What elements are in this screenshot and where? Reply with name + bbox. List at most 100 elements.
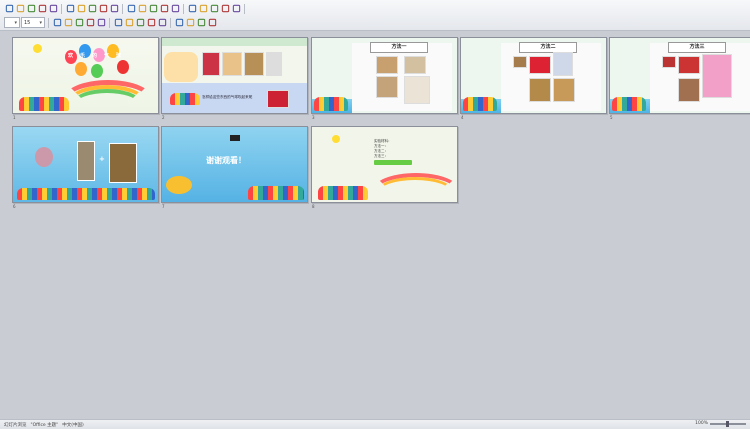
list-line: 方法三： [374, 154, 388, 158]
font-name-combo[interactable]: ▾ [4, 17, 20, 28]
new-slide-icon[interactable] [198, 4, 208, 14]
email-icon[interactable] [37, 4, 47, 14]
status-theme: "Office 主题" [30, 422, 59, 428]
status-bar: 幻灯片浏览 "Office 主题" 中文(中国) 100% [0, 419, 750, 429]
strikethrough-icon[interactable] [96, 18, 106, 28]
formatting-toolbar: ▾ 15 ▾ [4, 16, 217, 29]
plus-icon: + [99, 155, 105, 163]
toolbar-separator [109, 17, 110, 28]
header-band [162, 38, 307, 46]
indent-icon[interactable] [174, 18, 184, 28]
vinegar-photo [109, 143, 137, 183]
zoom-label: 100% [695, 421, 708, 426]
slide-number: 1 [13, 115, 16, 120]
material-photo [662, 56, 676, 68]
align-right-icon[interactable] [135, 18, 145, 28]
align-left-icon[interactable] [113, 18, 123, 28]
slide-thumbnail-5[interactable]: 方法三 [609, 37, 750, 114]
children-illustration [248, 186, 304, 200]
outdent-icon[interactable] [185, 18, 195, 28]
content-panel [650, 43, 750, 111]
new-icon[interactable] [4, 4, 14, 14]
chart-icon[interactable] [170, 4, 180, 14]
rainbow [72, 89, 142, 113]
slide-thumbnail-8[interactable]: 实验材料： 方法一： 方法二： 方法三： [311, 126, 458, 203]
bottle-photo [553, 78, 575, 102]
status-language[interactable]: 中文(中国) [62, 422, 84, 428]
material-photo [376, 56, 398, 74]
redo-icon[interactable] [148, 4, 158, 14]
balloon-orange [75, 62, 87, 76]
numbering-icon[interactable] [157, 18, 167, 28]
print-preview-icon[interactable] [65, 4, 75, 14]
help-icon[interactable] [231, 4, 241, 14]
table-icon[interactable] [159, 4, 169, 14]
bottle-photo [553, 52, 573, 76]
slide-thumbnail-7[interactable]: 谢谢观看！ [161, 126, 308, 203]
bold-icon[interactable] [52, 18, 62, 28]
zoom-control: 100% [691, 420, 746, 427]
fill-color-icon[interactable] [207, 18, 217, 28]
underline-icon[interactable] [74, 18, 84, 28]
save-icon[interactable] [26, 4, 36, 14]
toolbar-separator [244, 3, 245, 14]
children-illustration [314, 97, 348, 111]
children-illustration [170, 93, 200, 105]
bullets-icon[interactable] [146, 18, 156, 28]
material-photo [404, 56, 426, 74]
children-illustration [318, 186, 368, 200]
content-panel [501, 43, 601, 111]
graduation-cap-icon [230, 135, 240, 141]
balloon-red [117, 60, 129, 74]
slide-thumbnail-6[interactable]: + [12, 126, 159, 203]
italic-icon[interactable] [63, 18, 73, 28]
balloon-photo [702, 54, 732, 98]
zoom-slider[interactable] [710, 420, 746, 427]
hot-air-balloon [35, 147, 53, 167]
slide-number: 8 [312, 204, 315, 209]
picture-icon[interactable] [187, 4, 197, 14]
shadow-icon[interactable] [85, 18, 95, 28]
content-panel [352, 43, 452, 111]
font-color-icon[interactable] [196, 18, 206, 28]
bottle-photo [222, 52, 242, 76]
green-button [374, 160, 412, 165]
slide-number: 3 [312, 115, 315, 120]
open-icon[interactable] [15, 4, 25, 14]
vinegar-photo [244, 52, 264, 76]
bottle-photo [266, 52, 282, 76]
zoom-slider-thumb[interactable] [726, 420, 729, 427]
balloon-photo [267, 90, 289, 108]
layout-icon[interactable] [209, 4, 219, 14]
paste-icon[interactable] [109, 4, 119, 14]
children-illustration [612, 97, 646, 111]
font-size-combo[interactable]: 15 ▾ [21, 17, 45, 28]
toolbar-separator [48, 17, 49, 28]
font-size-value: 15 [24, 19, 31, 26]
undo-icon[interactable] [137, 4, 147, 14]
slide-number: 5 [610, 115, 613, 120]
slide-5-title: 方法三 [668, 42, 726, 53]
slide-number: 7 [162, 204, 165, 209]
slide-thumbnail-2[interactable]: 怎样给这些东西的气球吹起来呢 [161, 37, 308, 114]
child-illustration [164, 52, 198, 82]
slide-thumbnail-3[interactable]: 方法一 [311, 37, 458, 114]
children-illustration [17, 188, 155, 200]
copy-icon[interactable] [98, 4, 108, 14]
balloon-photo [529, 56, 551, 74]
cut-icon[interactable] [87, 4, 97, 14]
slide-7-title: 谢谢观看！ [206, 156, 246, 165]
print-icon[interactable] [48, 4, 58, 14]
slide-1-title: 欢乐的气球 [67, 53, 128, 59]
slide-thumbnail-1[interactable]: 欢乐的气球 [12, 37, 159, 114]
slide-thumbnail-4[interactable]: 方法二 [460, 37, 607, 114]
sun-icon [33, 44, 42, 53]
format-painter-icon[interactable] [126, 4, 136, 14]
bottle-photo [404, 76, 430, 104]
toolbar: ▾ 15 ▾ [0, 0, 750, 31]
toolbar-separator [170, 17, 171, 28]
zoom-icon[interactable] [220, 4, 230, 14]
bottle-photo [77, 141, 95, 181]
align-center-icon[interactable] [124, 18, 134, 28]
spellcheck-icon[interactable] [76, 4, 86, 14]
